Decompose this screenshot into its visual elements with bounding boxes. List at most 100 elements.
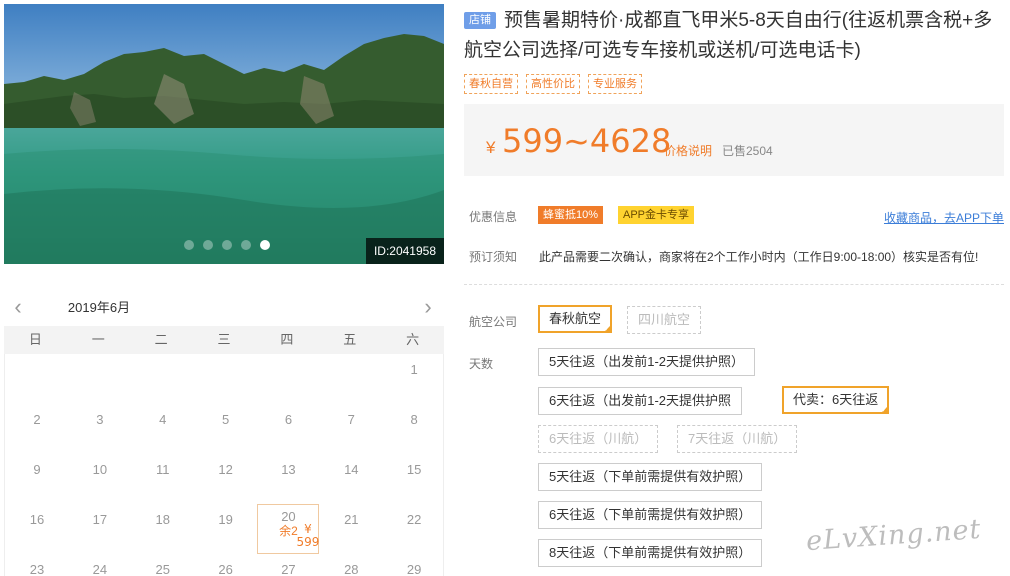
product-title: 预售暑期特价·成都直飞甲米5-8天自由行(往返机票含税+多航空公司选择/可选专车… bbox=[464, 10, 993, 61]
carousel-dot[interactable] bbox=[241, 240, 251, 250]
divider bbox=[464, 284, 1004, 285]
calendar-day: 24 bbox=[69, 554, 131, 576]
calendar-day: 4 bbox=[132, 404, 194, 454]
calendar-day-number: 10 bbox=[92, 462, 108, 477]
carousel-dot[interactable] bbox=[222, 240, 232, 250]
sold-count: 已售2504 bbox=[722, 144, 773, 158]
calendar-day: 25 bbox=[132, 554, 194, 576]
calendar-day: 14 bbox=[320, 454, 382, 504]
calendar-month[interactable]: 2019年6月 bbox=[54, 296, 144, 328]
calendar-day: 6 bbox=[257, 404, 319, 454]
calendar-weekday: 四 bbox=[280, 332, 294, 347]
calendar-day-number: 18 bbox=[155, 512, 170, 527]
days-label: 天数 bbox=[469, 357, 494, 371]
calendar-day-number: 16 bbox=[29, 512, 45, 527]
offers-label: 优惠信息 bbox=[469, 210, 518, 224]
days-option-disabled[interactable]: 6天往返（川航） bbox=[538, 425, 659, 453]
calendar-day-number: 2 bbox=[33, 412, 41, 427]
calendar-day-number: 13 bbox=[281, 462, 296, 477]
calendar-weekday: 二 bbox=[154, 332, 168, 347]
calendar-day: 8 bbox=[383, 404, 445, 454]
days-option-selected[interactable]: 代卖：6天往返 ✓ bbox=[782, 386, 890, 414]
product-tag: 专业服务 bbox=[588, 74, 642, 94]
days-option-disabled[interactable]: 7天往返（川航） bbox=[677, 425, 798, 453]
calendar-day: 12 bbox=[195, 454, 257, 504]
calendar-day-number: 3 bbox=[96, 412, 104, 427]
carousel-dots bbox=[184, 240, 270, 250]
booking-notice-label: 预订须知 bbox=[469, 250, 518, 264]
calendar-weekday: 五 bbox=[343, 332, 357, 347]
days-option[interactable]: 5天往返（下单前需提供有效护照） bbox=[538, 463, 763, 491]
calendar-day-number: 1 bbox=[410, 362, 418, 377]
calendar-weekday: 六 bbox=[406, 332, 420, 347]
airline-option-selected[interactable]: 春秋航空 ✓ bbox=[538, 305, 613, 333]
calendar-day: 11 bbox=[132, 454, 194, 504]
airline-label: 航空公司 bbox=[469, 315, 518, 329]
collect-product-link[interactable]: 收藏商品，去APP下单 bbox=[884, 209, 1004, 226]
booking-notice: 此产品需要二次确认，商家将在2个工作小时内（工作日9:00-18:00）核实是否… bbox=[539, 250, 979, 264]
calendar-day: 23 bbox=[6, 554, 68, 576]
calendar-day: 27 bbox=[257, 554, 319, 576]
calendar-day: 21 bbox=[320, 504, 382, 554]
days-option[interactable]: 6天往返（下单前需提供有效护照） bbox=[538, 501, 763, 529]
product-photo-image bbox=[4, 4, 444, 264]
calendar-day-number: 8 bbox=[410, 412, 418, 427]
carousel-dot[interactable] bbox=[203, 240, 213, 250]
calendar-day: 16 bbox=[6, 504, 68, 554]
calendar-weekday: 一 bbox=[91, 332, 105, 347]
days-option[interactable]: 5天往返（出发前1-2天提供护照） bbox=[538, 348, 756, 376]
calendar-day-number: 9 bbox=[33, 462, 41, 477]
airline-option-disabled[interactable]: 四川航空 bbox=[627, 306, 702, 334]
promo-app-badge: APP金卡专享 bbox=[618, 206, 695, 224]
product-tags: 春秋自营 高性价比 专业服务 bbox=[464, 74, 642, 94]
watermark: eLvXing.net bbox=[805, 513, 983, 558]
calendar-day: 7 bbox=[320, 404, 382, 454]
product-photo[interactable]: ID:2041958 bbox=[4, 4, 444, 264]
calendar-day-number: 29 bbox=[406, 562, 422, 576]
calendar-day-number: 25 bbox=[155, 562, 170, 576]
price-range: 599~4628 bbox=[502, 122, 672, 160]
calendar-day-number: 7 bbox=[347, 412, 355, 427]
calendar-day-number: 23 bbox=[29, 562, 45, 576]
chevron-left-icon[interactable]: ‹ bbox=[8, 296, 28, 320]
calendar-day-number: 24 bbox=[92, 562, 108, 576]
calendar-day-number: 4 bbox=[159, 412, 167, 427]
calendar-day: 17 bbox=[69, 504, 131, 554]
calendar-day: 2 bbox=[6, 404, 68, 454]
calendar-day: 18 bbox=[132, 504, 194, 554]
calendar-weekday: 日 bbox=[28, 332, 42, 347]
calendar-day: 3 bbox=[69, 404, 131, 454]
calendar-weekday: 三 bbox=[217, 332, 231, 347]
calendar-weekday-header: 日一二三四五六 bbox=[4, 326, 444, 354]
calendar-day: 29 bbox=[383, 554, 445, 576]
shop-tag[interactable]: 店铺 bbox=[464, 12, 496, 29]
calendar-day-price: ¥ 599 bbox=[296, 522, 320, 549]
chevron-right-icon[interactable]: › bbox=[418, 296, 438, 320]
carousel-dot[interactable] bbox=[184, 240, 194, 250]
calendar-day-number: 19 bbox=[218, 512, 233, 527]
calendar-day: 13 bbox=[257, 454, 319, 504]
calendar-day-number: 12 bbox=[218, 462, 233, 477]
product-tag: 高性价比 bbox=[526, 74, 580, 94]
product-tag: 春秋自营 bbox=[464, 74, 518, 94]
calendar-day-available[interactable]: 20 ¥ 599 余2 bbox=[257, 504, 320, 554]
days-option[interactable]: 6天往返（出发前1-2天提供护照 bbox=[538, 387, 743, 415]
calendar-day-number: 27 bbox=[281, 562, 296, 576]
calendar-day-number: 21 bbox=[344, 512, 359, 527]
product-title-block: 店铺 预售暑期特价·成都直飞甲米5-8天自由行(往返机票含税+多航空公司选择/可选… bbox=[464, 6, 1008, 66]
carousel-dot-active[interactable] bbox=[260, 240, 270, 250]
price-note-link[interactable]: 价格说明 bbox=[664, 142, 712, 159]
promo-discount-badge: 蜂蜜抵10% bbox=[538, 206, 604, 224]
currency-symbol: ¥ bbox=[486, 138, 496, 157]
calendar-day-number: 28 bbox=[344, 562, 359, 576]
calendar-day: 26 bbox=[195, 554, 257, 576]
calendar-day: 5 bbox=[195, 404, 257, 454]
calendar-day: 28 bbox=[320, 554, 382, 576]
calendar-day: 1 bbox=[383, 354, 445, 404]
photo-id-label: ID:2041958 bbox=[365, 238, 444, 264]
calendar-day: 9 bbox=[6, 454, 68, 504]
days-option[interactable]: 8天往返（下单前需提供有效护照） bbox=[538, 539, 763, 567]
calendar-day-number: 5 bbox=[221, 412, 230, 427]
calendar-day-number: 17 bbox=[92, 512, 108, 527]
calendar-day-number: 14 bbox=[344, 462, 359, 477]
